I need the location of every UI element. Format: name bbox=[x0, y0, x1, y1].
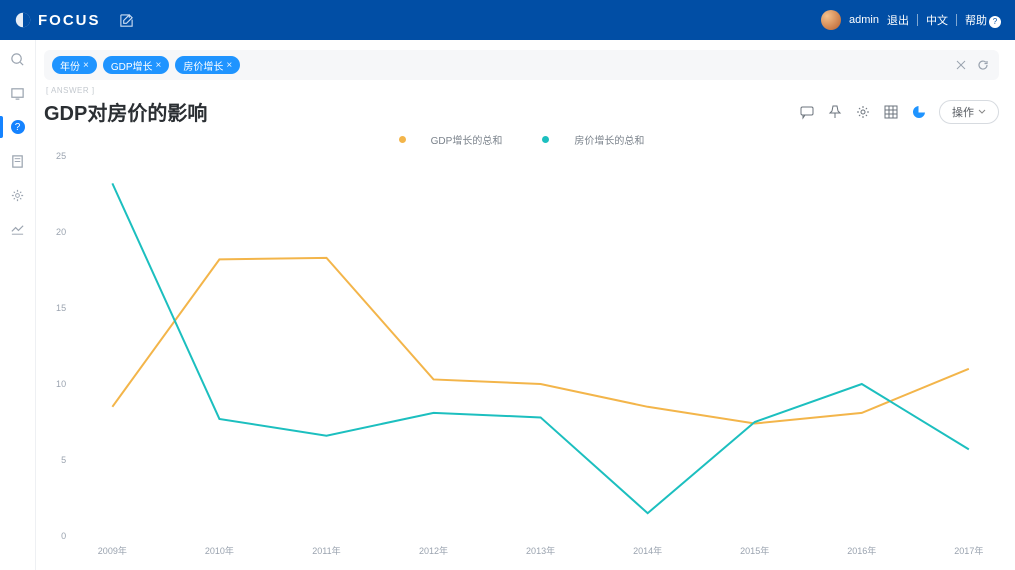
svg-text:15: 15 bbox=[56, 303, 66, 313]
page-title: GDP对房价的影响 bbox=[44, 97, 207, 126]
sidebar-help-active[interactable]: ? bbox=[7, 116, 29, 138]
compose-button[interactable] bbox=[119, 13, 134, 28]
chart-legend: GDP增长的总和 房价增长的总和 bbox=[44, 132, 999, 147]
svg-text:2010年: 2010年 bbox=[205, 545, 234, 556]
line-chart: 0 5 10 15 20 25 2009年 2010年 2011年 2012年 2013年 2014年… bbox=[44, 151, 999, 566]
chip-year[interactable]: 年份× bbox=[52, 56, 97, 74]
username: admin bbox=[849, 14, 879, 26]
refresh-button[interactable] bbox=[975, 57, 991, 73]
chip-remove-icon[interactable]: × bbox=[226, 60, 232, 71]
svg-text:2017年: 2017年 bbox=[954, 545, 983, 556]
query-bar[interactable]: 年份× GDP增长× 房价增长× bbox=[44, 50, 999, 80]
chart-toolbar: 操作 bbox=[799, 100, 999, 124]
user-area: admin 退出 中文 帮助? bbox=[821, 10, 1001, 30]
filter-chips: 年份× GDP增长× 房价增长× bbox=[52, 56, 240, 74]
pin-button[interactable] bbox=[827, 104, 843, 120]
sidebar-data[interactable] bbox=[7, 150, 29, 172]
sidebar-settings[interactable] bbox=[7, 184, 29, 206]
comment-button[interactable] bbox=[799, 104, 815, 120]
help-link[interactable]: 帮助? bbox=[965, 12, 1001, 28]
chip-remove-icon[interactable]: × bbox=[83, 60, 89, 71]
svg-text:2015年: 2015年 bbox=[740, 545, 769, 556]
chip-remove-icon[interactable]: × bbox=[156, 60, 162, 71]
svg-text:2011年: 2011年 bbox=[312, 545, 340, 556]
avatar[interactable] bbox=[821, 10, 841, 30]
svg-text:25: 25 bbox=[56, 151, 66, 161]
brand-text: FOCUS bbox=[38, 12, 101, 29]
svg-text:2009年: 2009年 bbox=[98, 545, 127, 556]
svg-text:5: 5 bbox=[61, 455, 66, 465]
table-button[interactable] bbox=[883, 104, 899, 120]
svg-text:2013年: 2013年 bbox=[526, 545, 555, 556]
svg-text:2012年: 2012年 bbox=[419, 545, 448, 556]
legend-item[interactable]: 房价增长的总和 bbox=[532, 132, 654, 147]
legend-item[interactable]: GDP增长的总和 bbox=[389, 132, 513, 147]
clear-query-button[interactable] bbox=[953, 57, 969, 73]
chip-gdp[interactable]: GDP增长× bbox=[103, 56, 170, 74]
svg-text:2016年: 2016年 bbox=[847, 545, 876, 556]
chart-type-button[interactable] bbox=[911, 104, 927, 120]
sidebar-search[interactable] bbox=[7, 48, 29, 70]
answer-tag: [ ANSWER ] bbox=[46, 86, 999, 95]
svg-text:20: 20 bbox=[56, 227, 66, 237]
svg-text:10: 10 bbox=[56, 379, 66, 389]
chip-house[interactable]: 房价增长× bbox=[175, 56, 240, 74]
sidebar-trend[interactable] bbox=[7, 218, 29, 240]
svg-text:0: 0 bbox=[61, 531, 66, 541]
lang-link[interactable]: 中文 bbox=[926, 12, 948, 28]
app-logo: FOCUS bbox=[14, 11, 101, 29]
settings-button[interactable] bbox=[855, 104, 871, 120]
operate-dropdown[interactable]: 操作 bbox=[939, 100, 999, 124]
sidebar-board[interactable] bbox=[7, 82, 29, 104]
svg-text:2014年: 2014年 bbox=[633, 545, 662, 556]
logout-link[interactable]: 退出 bbox=[887, 12, 909, 28]
left-sidebar: ? bbox=[0, 40, 36, 570]
